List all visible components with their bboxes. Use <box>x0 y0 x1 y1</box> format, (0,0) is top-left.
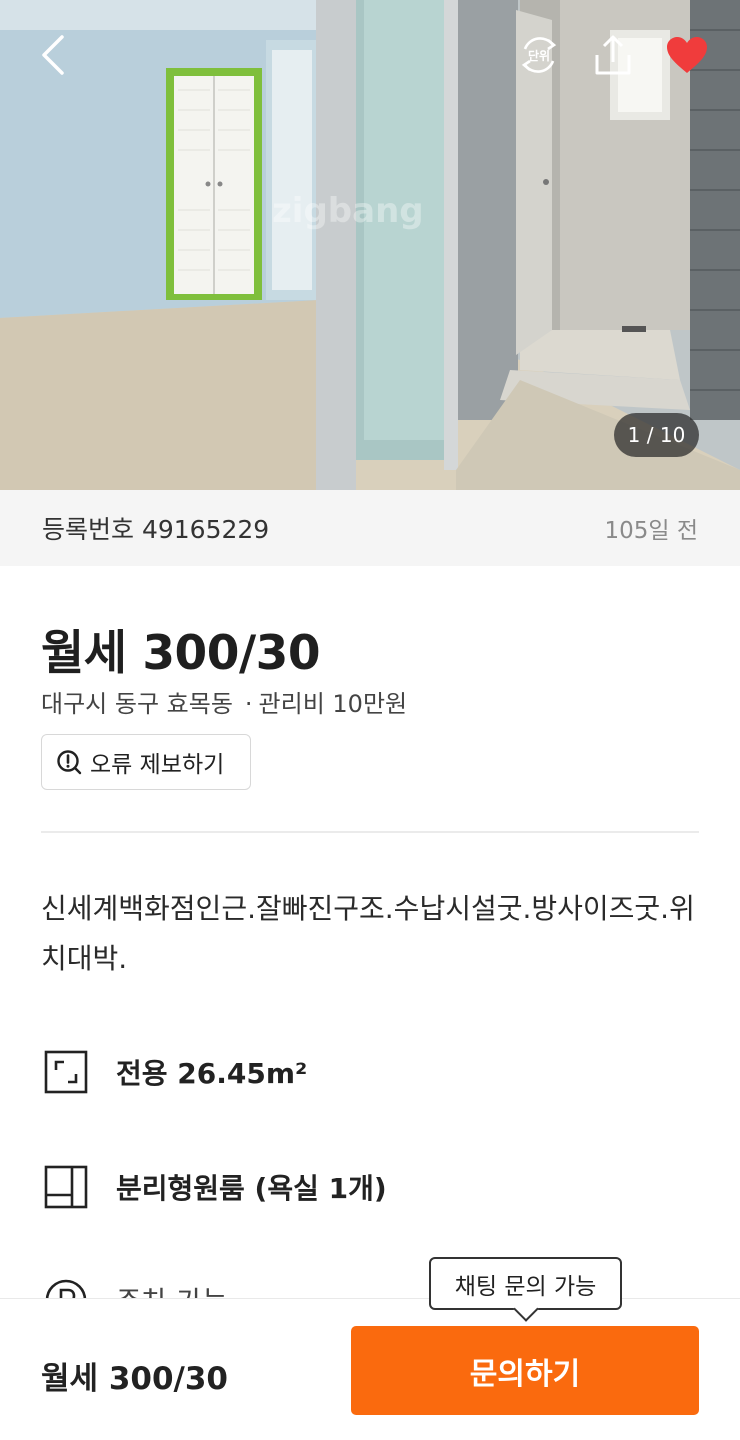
posted-ago: 105일 전 <box>604 518 698 544</box>
address: 대구시 동구 효목동 <box>41 690 233 718</box>
registration-number: 등록번호 49165229 <box>42 515 270 544</box>
photo-counter: 1 / 10 <box>614 413 699 457</box>
unit-toggle-button[interactable]: 단위 <box>512 28 566 82</box>
floorplan-icon <box>44 1165 88 1209</box>
listing-photo[interactable]: zigbang 단위 1 / 10 <box>0 0 740 490</box>
alert-circle-icon <box>57 750 82 775</box>
unit-label: 단위 <box>528 48 550 63</box>
registration-bar: 등록번호 49165229 105일 전 <box>0 490 740 566</box>
maintenance-fee: 관리비 10만원 <box>258 690 408 718</box>
chevron-left-icon <box>42 35 64 75</box>
share-button[interactable] <box>586 28 640 82</box>
area-frame-icon <box>44 1050 88 1094</box>
share-icon <box>595 35 631 75</box>
report-error-label: 오류 제보하기 <box>90 752 225 778</box>
area-text: 전용 26.45m² <box>116 1057 308 1090</box>
unit-toggle-icon: 단위 <box>521 37 557 73</box>
heart-icon <box>667 37 707 73</box>
listing-description: 신세계백화점인근.잘빠진구조.수납시설굿.방사이즈굿.위치대박. <box>41 892 695 975</box>
separator-dot: · <box>244 690 253 718</box>
zigbang-watermark: zigbang <box>272 191 424 231</box>
report-error-button[interactable]: 오류 제보하기 <box>41 734 251 790</box>
feature-room-type: 분리형원룸 (욕실 1개) <box>44 1165 387 1209</box>
favorite-button[interactable] <box>660 28 714 82</box>
feature-area: 전용 26.45m² <box>44 1050 307 1094</box>
room-type-text: 분리형원룸 (욕실 1개) <box>116 1172 387 1205</box>
back-button[interactable] <box>26 28 80 82</box>
address-row: 대구시 동구 효목동 · 관리비 10만원 <box>41 684 407 719</box>
listing-price: 월세 300/30 <box>41 626 321 681</box>
inquire-button[interactable]: 문의하기 <box>351 1326 699 1415</box>
section-divider <box>41 831 699 833</box>
chat-available-tooltip: 채팅 문의 가능 <box>429 1257 622 1310</box>
bottom-price: 월세 300/30 <box>41 1361 229 1397</box>
bottom-action-bar: 월세 300/30 문의하기 <box>0 1298 740 1440</box>
